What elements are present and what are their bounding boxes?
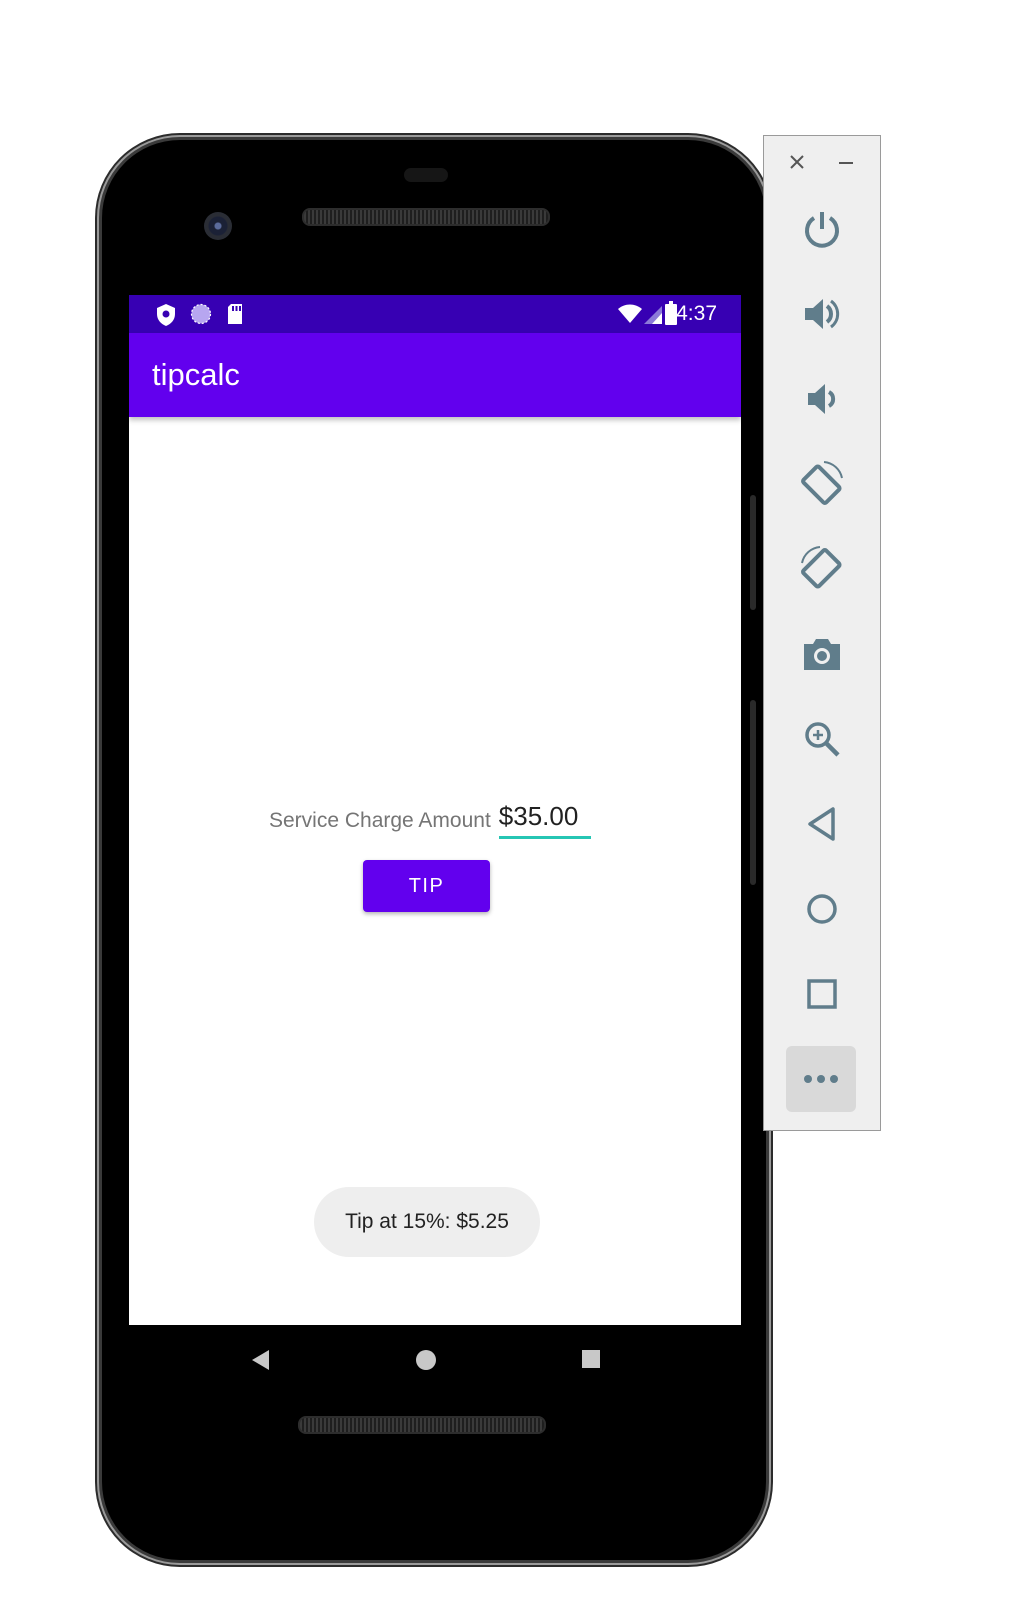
main-content: Service Charge Amount $35.00 TIP Tip at … xyxy=(129,417,741,1325)
device-screen: 4:37 tipcalc Service Charge Amount $35.0… xyxy=(129,295,741,1325)
phone-frame: 4:37 tipcalc Service Charge Amount $35.0… xyxy=(102,140,766,1560)
more-icon xyxy=(804,1075,838,1083)
nav-back-icon[interactable] xyxy=(251,1349,271,1376)
side-button-volume[interactable] xyxy=(750,700,756,885)
volume-down-icon xyxy=(808,384,836,414)
overview-icon xyxy=(807,979,837,1009)
cell-signal-icon xyxy=(643,305,663,331)
navigation-bar xyxy=(129,1325,741,1395)
zoom-icon xyxy=(805,722,840,757)
nav-overview-icon[interactable] xyxy=(581,1349,601,1374)
toast-message: Tip at 15%: $5.25 xyxy=(314,1187,540,1257)
zoom-button[interactable] xyxy=(764,706,880,772)
home-button[interactable] xyxy=(764,876,880,942)
camera-icon xyxy=(804,639,840,670)
back-icon xyxy=(808,807,835,841)
volume-up-icon xyxy=(805,299,840,329)
power-icon xyxy=(805,212,839,248)
bottom-speaker xyxy=(298,1416,546,1434)
volume-up-button[interactable] xyxy=(764,281,880,347)
top-speaker xyxy=(302,208,550,226)
rotate-left-icon xyxy=(801,461,843,505)
rotate-right-button[interactable] xyxy=(764,536,880,602)
close-icon[interactable] xyxy=(788,150,806,178)
side-button-power[interactable] xyxy=(750,495,756,610)
volume-down-button[interactable] xyxy=(764,366,880,432)
sd-card-icon xyxy=(226,303,244,331)
power-button[interactable] xyxy=(764,196,880,262)
rotate-left-button[interactable] xyxy=(764,451,880,517)
minimize-icon[interactable] xyxy=(838,150,854,178)
rotate-right-icon xyxy=(801,546,842,589)
screenshot-button[interactable] xyxy=(764,621,880,687)
front-camera xyxy=(204,212,232,240)
home-icon xyxy=(807,894,837,924)
sync-circle-icon xyxy=(190,303,212,331)
app-title: tipcalc xyxy=(152,357,240,392)
app-bar: tipcalc xyxy=(129,333,741,417)
proximity-sensor xyxy=(404,168,448,182)
shield-icon xyxy=(155,303,177,333)
emulator-toolbar xyxy=(763,135,881,1131)
amount-input[interactable]: $35.00 xyxy=(498,801,591,839)
tip-button[interactable]: TIP xyxy=(363,860,490,912)
amount-label: Service Charge Amount xyxy=(269,809,491,832)
clock: 4:37 xyxy=(676,302,717,325)
amount-row: Service Charge Amount $35.00 xyxy=(269,801,591,839)
more-button[interactable] xyxy=(786,1046,856,1112)
status-bar: 4:37 xyxy=(129,295,741,333)
wifi-icon xyxy=(617,304,643,330)
nav-home-icon[interactable] xyxy=(415,1349,437,1376)
overview-button[interactable] xyxy=(764,961,880,1027)
back-button[interactable] xyxy=(764,791,880,857)
